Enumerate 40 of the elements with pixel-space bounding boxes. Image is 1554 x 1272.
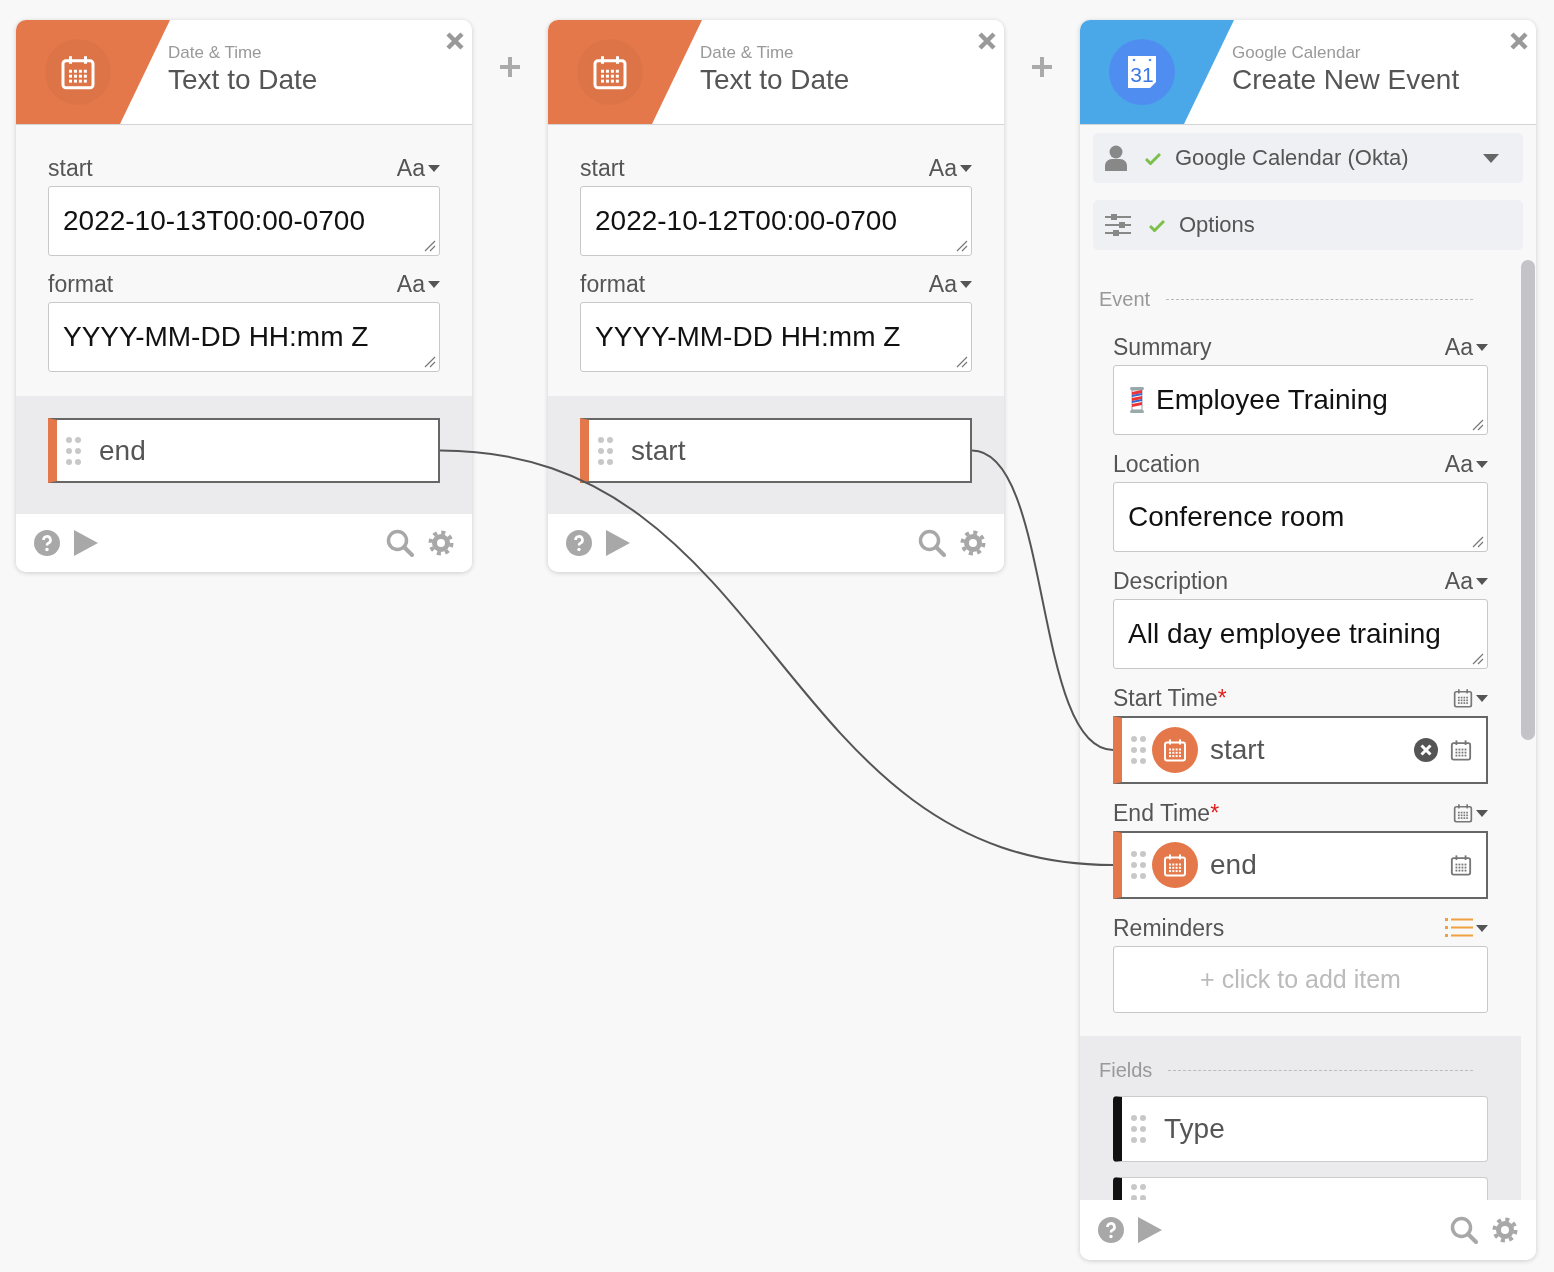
field-label: Summary bbox=[1113, 333, 1212, 361]
field-label: Location bbox=[1113, 450, 1200, 478]
text-field[interactable]: All day employee training bbox=[1113, 599, 1488, 669]
field-label: Description bbox=[1113, 567, 1229, 595]
section-title: Fields bbox=[1099, 1058, 1153, 1082]
type-picker[interactable]: Aa bbox=[396, 270, 440, 298]
type-picker[interactable]: Aa bbox=[928, 154, 972, 182]
card-category: Date & Time bbox=[700, 43, 795, 63]
field-label: start bbox=[48, 154, 93, 182]
type-picker[interactable]: Aa bbox=[396, 154, 440, 182]
text-field[interactable]: Employee Training bbox=[1113, 365, 1488, 435]
text-field[interactable]: YYYY-MM-DD HH:mm Z bbox=[580, 302, 972, 372]
text-field[interactable]: Conference room bbox=[1113, 482, 1488, 552]
field-label: start bbox=[580, 154, 625, 182]
field-label: format bbox=[48, 270, 114, 298]
output-pill[interactable]: start bbox=[580, 418, 972, 483]
field-label: End Time* bbox=[1113, 799, 1220, 827]
text-field[interactable]: 2022-10-13T00:00-0700 bbox=[48, 186, 440, 256]
output-pill[interactable]: end bbox=[48, 418, 440, 483]
section-title: Event bbox=[1099, 287, 1151, 311]
field-pill[interactable]: Type bbox=[1113, 1096, 1488, 1162]
type-picker[interactable]: Aa bbox=[1444, 450, 1488, 478]
type-picker[interactable]: Aa bbox=[928, 270, 972, 298]
field-label: Reminders bbox=[1113, 914, 1225, 942]
text-field[interactable]: 2022-10-12T00:00-0700 bbox=[580, 186, 972, 256]
type-picker[interactable]: Aa bbox=[1444, 333, 1488, 361]
options-row[interactable]: Options bbox=[1093, 200, 1523, 250]
card-title: Text to Date bbox=[700, 63, 850, 97]
card-title: Create New Event bbox=[1232, 63, 1460, 97]
field-label: format bbox=[580, 270, 646, 298]
app-logo: 31 bbox=[1109, 39, 1175, 105]
field-label: Start Time* bbox=[1113, 684, 1227, 712]
card-category: Google Calendar bbox=[1232, 43, 1362, 63]
type-picker[interactable]: Aa bbox=[1444, 567, 1488, 595]
card-category: Date & Time bbox=[168, 43, 263, 63]
text-field[interactable]: YYYY-MM-DD HH:mm Z bbox=[48, 302, 440, 372]
mapped-field[interactable]: start bbox=[1113, 716, 1488, 784]
card-title: Text to Date bbox=[168, 63, 318, 97]
mapped-field[interactable]: end bbox=[1113, 831, 1488, 899]
account-selector[interactable]: Google Calendar (Okta) bbox=[1093, 133, 1523, 183]
